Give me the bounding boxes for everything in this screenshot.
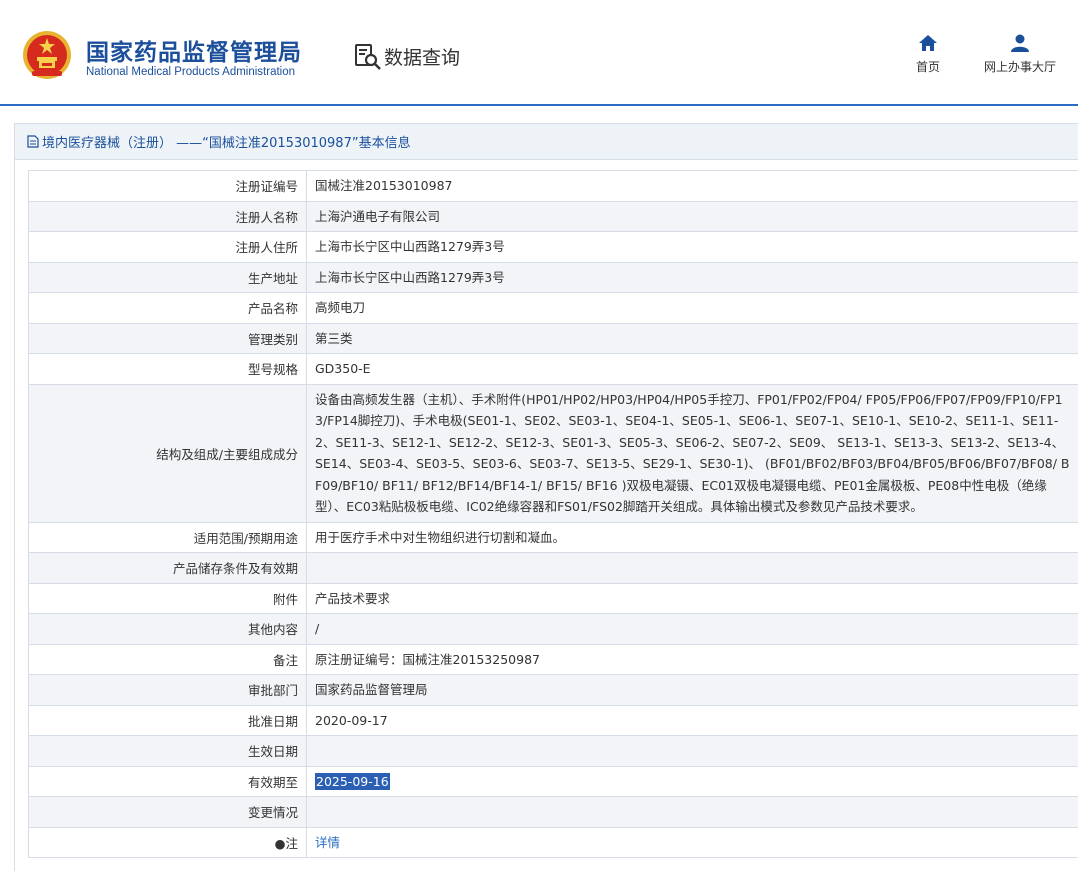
user-icon — [1010, 34, 1030, 52]
nav-home-label: 首页 — [916, 60, 940, 74]
table-row: 批准日期2020-09-17 — [29, 705, 1078, 736]
row-label: 生产地址 — [29, 262, 307, 293]
table-row: 其他内容/ — [29, 614, 1078, 645]
selected-text[interactable]: 2025-09-16 — [315, 773, 390, 790]
row-value: 国家药品监督管理局 — [307, 675, 1078, 706]
table-row: 注册人名称上海沪通电子有限公司 — [29, 201, 1078, 232]
table-row: 产品名称高频电刀 — [29, 293, 1078, 324]
table-row: 结构及组成/主要组成成分设备由高频发生器（主机）、手术附件(HP01/HP02/… — [29, 384, 1078, 522]
row-value: 原注册证编号：国械注准20153250987 — [307, 644, 1078, 675]
table-row: 型号规格GD350-E — [29, 354, 1078, 385]
table-row: 注册证编号国械注准20153010987 — [29, 171, 1078, 202]
row-value: 上海市长宁区中山西路1279弄3号 — [307, 232, 1078, 263]
row-label: 注册证编号 — [29, 171, 307, 202]
row-value: 产品技术要求 — [307, 583, 1078, 614]
row-value: 设备由高频发生器（主机）、手术附件(HP01/HP02/HP03/HP04/HP… — [307, 384, 1078, 522]
table-row: 审批部门国家药品监督管理局 — [29, 675, 1078, 706]
row-label: 其他内容 — [29, 614, 307, 645]
brand-name-en: National Medical Products Administration — [86, 66, 295, 78]
row-value: 2020-09-17 — [307, 705, 1078, 736]
row-label: 有效期至 — [29, 766, 307, 797]
row-label: 批准日期 — [29, 705, 307, 736]
nav-home[interactable]: 首页 — [908, 34, 948, 75]
data-query-link[interactable]: 数据查询 — [354, 42, 460, 70]
table-row: 生产地址上海市长宁区中山西路1279弄3号 — [29, 262, 1078, 293]
row-label: 适用范围/预期用途 — [29, 522, 307, 553]
details-link[interactable]: 详情 — [315, 835, 340, 850]
home-icon — [918, 34, 938, 52]
row-label: ●注 — [29, 827, 307, 858]
row-value: 用于医疗手术中对生物组织进行切割和凝血。 — [307, 522, 1078, 553]
row-value: / — [307, 614, 1078, 645]
row-value — [307, 797, 1078, 828]
table-row: 有效期至 2025-09-16 — [29, 766, 1078, 797]
nav-service-label: 网上办事大厅 — [984, 60, 1056, 74]
table-row: 管理类别第三类 — [29, 323, 1078, 354]
row-value: 上海市长宁区中山西路1279弄3号 — [307, 262, 1078, 293]
row-value — [307, 553, 1078, 584]
row-label: 管理类别 — [29, 323, 307, 354]
table-row: 产品储存条件及有效期 — [29, 553, 1078, 584]
nav-online-service-hall[interactable]: 网上办事大厅 — [976, 34, 1064, 75]
national-emblem-icon — [22, 30, 72, 80]
row-label: 注册人名称 — [29, 201, 307, 232]
document-icon — [27, 135, 39, 148]
row-value: 第三类 — [307, 323, 1078, 354]
row-label: 生效日期 — [29, 736, 307, 767]
row-value: 国械注准20153010987 — [307, 171, 1078, 202]
table-row: 附件产品技术要求 — [29, 583, 1078, 614]
row-label: 附件 — [29, 583, 307, 614]
panel-title: 境内医疗器械（注册） ——“国械注准20153010987”基本信息 — [15, 124, 1078, 160]
site-header: 国家药品监督管理局 National Medical Products Admi… — [0, 0, 1078, 106]
row-value: 详情 — [307, 827, 1078, 858]
row-label: 变更情况 — [29, 797, 307, 828]
row-value: 上海沪通电子有限公司 — [307, 201, 1078, 232]
row-value: 2025-09-16 — [307, 766, 1078, 797]
table-row: 注册人住所上海市长宁区中山西路1279弄3号 — [29, 232, 1078, 263]
row-label: 型号规格 — [29, 354, 307, 385]
row-label: 备注 — [29, 644, 307, 675]
table-row: 生效日期 — [29, 736, 1078, 767]
table-row: 备注原注册证编号：国械注准20153250987 — [29, 644, 1078, 675]
panel-title-text: 境内医疗器械（注册） ——“国械注准20153010987”基本信息 — [42, 132, 411, 151]
table-row: 适用范围/预期用途用于医疗手术中对生物组织进行切割和凝血。 — [29, 522, 1078, 553]
row-label: 结构及组成/主要组成成分 — [29, 384, 307, 522]
row-value: GD350-E — [307, 354, 1078, 385]
table-row: ●注详情 — [29, 827, 1078, 858]
row-value: 高频电刀 — [307, 293, 1078, 324]
data-query-label: 数据查询 — [384, 43, 460, 70]
row-label: 产品名称 — [29, 293, 307, 324]
row-value — [307, 736, 1078, 767]
brand-name-cn: 国家药品监督管理局 — [86, 33, 302, 67]
row-label: 注册人住所 — [29, 232, 307, 263]
document-search-icon — [354, 42, 382, 70]
table-row: 变更情况 — [29, 797, 1078, 828]
detail-panel: 境内医疗器械（注册） ——“国械注准20153010987”基本信息 注册证编号… — [14, 123, 1078, 871]
row-label: 审批部门 — [29, 675, 307, 706]
row-label: 产品储存条件及有效期 — [29, 553, 307, 584]
registration-info-table: 注册证编号国械注准20153010987 注册人名称上海沪通电子有限公司 注册人… — [28, 170, 1078, 858]
